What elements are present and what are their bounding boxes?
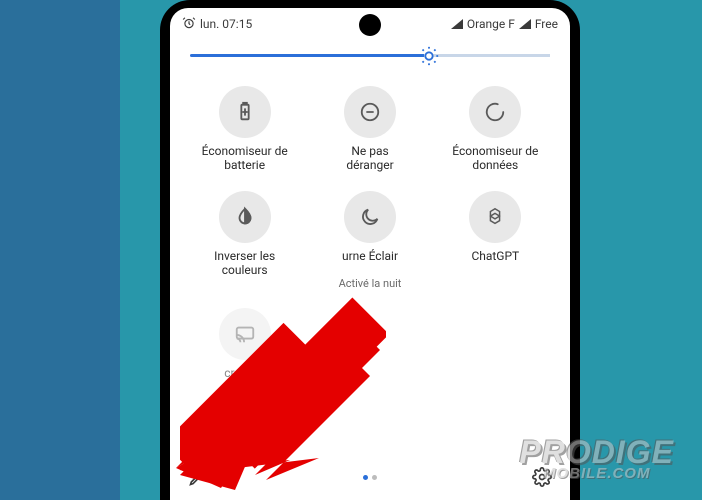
data-saver-icon	[469, 86, 521, 138]
brightness-track	[190, 54, 550, 57]
battery-saver-tile[interactable]: Économiseur debatterie	[182, 82, 307, 181]
dnd-tile[interactable]: Ne pasdéranger	[307, 82, 432, 181]
invert-icon	[219, 191, 271, 243]
edit-tiles-button[interactable]	[186, 465, 210, 489]
tile-label: Inverser lescouleurs	[214, 249, 275, 278]
tile-label: ChatGPT	[471, 249, 519, 277]
alarm-icon	[182, 16, 196, 33]
page-dot-2	[372, 475, 377, 480]
background-left	[0, 0, 120, 500]
tile-label: urne Éclair	[342, 249, 398, 277]
page-dot-1	[363, 475, 368, 480]
phone-screen: lun. 07:15 Orange F Free	[170, 8, 570, 500]
carrier-1: Orange F	[467, 17, 515, 31]
bottom-controls	[170, 462, 570, 492]
settings-button[interactable]	[530, 465, 554, 489]
page-indicator	[363, 475, 377, 480]
cast-tile[interactable]: cra ffusect Wi-Fi	[182, 304, 307, 403]
carrier-2: Free	[535, 17, 558, 31]
cast-icon	[219, 308, 271, 360]
signal-icon-2	[519, 19, 531, 29]
moon-icon	[344, 191, 396, 243]
tile-label: Économiseur dedonnées	[452, 144, 538, 173]
brightness-thumb-icon[interactable]	[418, 45, 440, 67]
data-saver-tile[interactable]: Économiseur dedonnées	[433, 82, 558, 181]
phone-frame: lun. 07:15 Orange F Free	[160, 0, 580, 500]
battery-icon	[219, 86, 271, 138]
chatgpt-icon	[469, 191, 521, 243]
invert-colors-tile[interactable]: Inverser lescouleurs	[182, 187, 307, 298]
signal-icon-1	[451, 19, 463, 29]
tile-sublabel: Activé la nuit	[339, 277, 402, 290]
tile-label: cra ffusect Wi-Fi	[222, 366, 268, 395]
chatgpt-tile[interactable]: ChatGPT	[433, 187, 558, 298]
status-right: Orange F Free	[451, 17, 558, 31]
night-light-tile[interactable]: urne Éclair Activé la nuit	[307, 187, 432, 298]
status-time: lun. 07:15	[200, 17, 252, 31]
quick-settings-tiles: Économiseur debatterie Ne pasdéranger Éc…	[170, 76, 570, 403]
tile-label: Économiseur debatterie	[202, 144, 288, 173]
brightness-slider[interactable]	[170, 36, 570, 76]
status-left: lun. 07:15	[182, 16, 252, 33]
dnd-icon	[344, 86, 396, 138]
tile-label: Ne pasdéranger	[346, 144, 393, 173]
camera-notch	[359, 14, 381, 36]
